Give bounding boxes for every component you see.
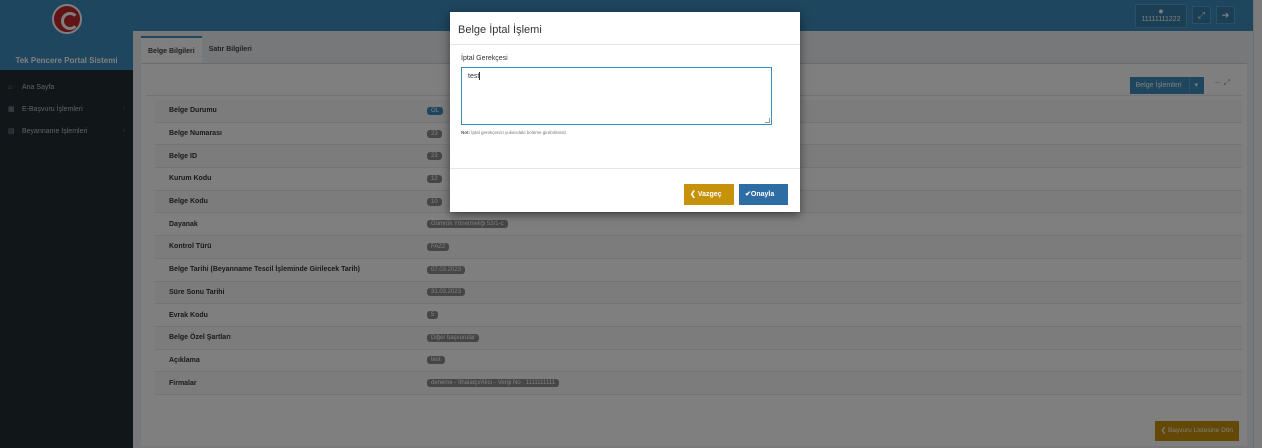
note-text: İptal gerekçenizi yukarıdaki bölüme gire… (471, 130, 568, 135)
chevron-left-icon: ❮ (690, 191, 698, 198)
cancel-reason-label: İptal Gerekçesi (461, 55, 508, 62)
cancel-label: Vazgeç (697, 191, 722, 198)
cancel-reason-note: Not: İptal gerekçenizi yukarıdaki bölüme… (461, 130, 789, 135)
cancel-reason-textarea[interactable]: test (461, 67, 772, 125)
cancel-reason-value: test (468, 72, 480, 80)
text-caret (479, 72, 481, 80)
modal-body: İptal Gerekçesi test Not: İptal gerekçen… (450, 45, 800, 135)
modal-footer: ❮ Vazgeç ✔Onayla (450, 168, 800, 212)
confirm-label: Onayla (750, 191, 775, 198)
cancel-document-modal: Belge İptal İşlemi İptal Gerekçesi test … (450, 12, 800, 212)
modal-title: Belge İptal İşlemi (450, 12, 800, 45)
note-prefix: Not: (461, 130, 470, 135)
confirm-button[interactable]: ✔Onayla (739, 184, 788, 205)
cancel-button[interactable]: ❮ Vazgeç (684, 184, 734, 205)
resize-handle[interactable] (765, 118, 770, 123)
